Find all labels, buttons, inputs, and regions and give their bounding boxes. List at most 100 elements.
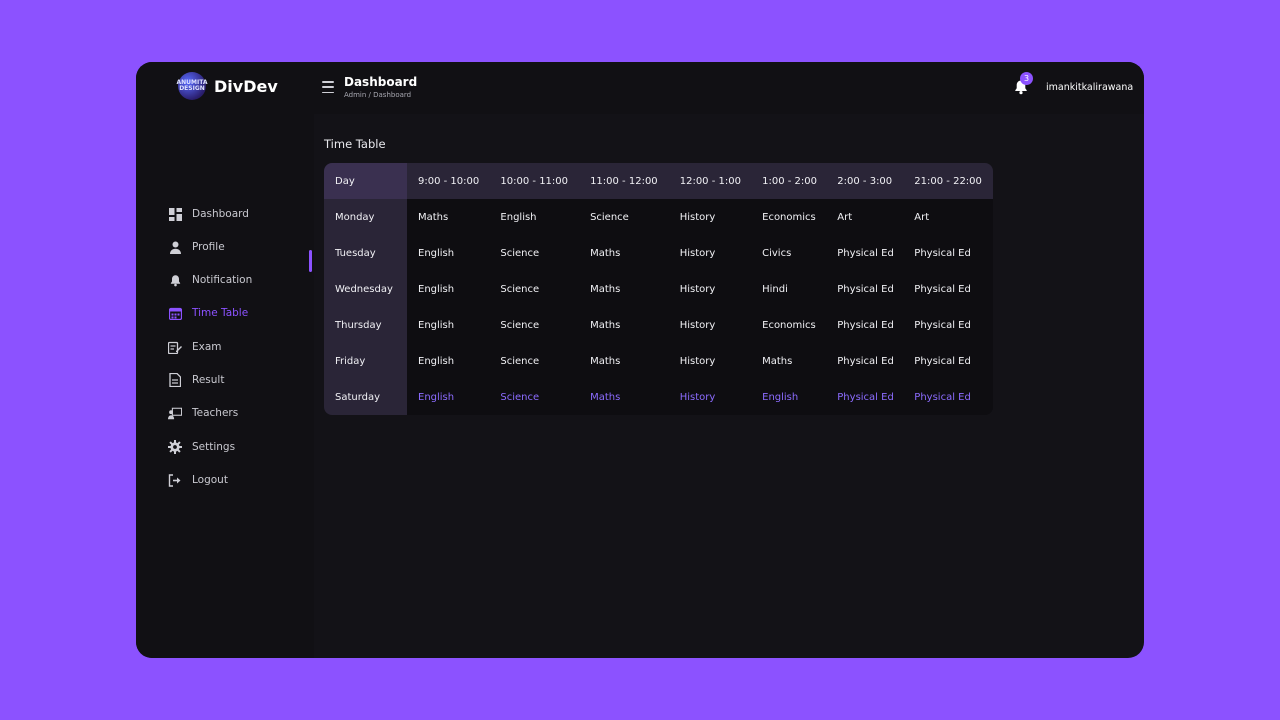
column-header: Day <box>324 163 407 199</box>
day-cell: Thursday <box>324 307 407 343</box>
table-row: Monday Maths English Science History Eco… <box>324 199 993 235</box>
subject-cell: History <box>679 319 716 331</box>
sidebar-item-label: Dashboard <box>192 208 249 220</box>
subject-cell: History <box>679 283 716 295</box>
subject-cell: Science <box>500 355 540 367</box>
column-header: 11:00 - 12:00 <box>579 163 669 199</box>
day-cell: Wednesday <box>324 271 407 307</box>
sidebar-item-label: Exam <box>192 341 222 353</box>
subject-cell: Science <box>500 283 540 295</box>
subject-cell: Hindi <box>762 283 788 295</box>
user-icon <box>168 240 182 254</box>
subject-cell: Art <box>837 211 853 223</box>
sidebar-item-label: Result <box>192 374 225 386</box>
column-header: 10:00 - 11:00 <box>489 163 580 199</box>
notification-count-badge: 3 <box>1020 72 1033 85</box>
subject-cell: Maths <box>590 283 621 295</box>
subject-cell: English <box>418 391 455 403</box>
subject-cell: Physical Ed <box>837 319 894 331</box>
top-bar: ANUMITA DESIGN DivDev Dashboard Admin / … <box>136 62 1144 114</box>
gear-icon <box>168 440 182 454</box>
day-cell: Monday <box>324 199 407 235</box>
app-window: ANUMITA DESIGN DivDev Dashboard Admin / … <box>136 62 1144 658</box>
sidebar-item-label: Time Table <box>192 307 249 319</box>
sidebar-item-logout[interactable]: Logout <box>168 468 314 492</box>
brand-name: DivDev <box>214 76 278 96</box>
subject-cell: English <box>762 391 799 403</box>
sidebar-item-dashboard[interactable]: Dashboard <box>168 202 314 226</box>
subject-cell: History <box>679 247 716 259</box>
sidebar-item-profile[interactable]: Profile <box>168 235 314 259</box>
sidebar-item-settings[interactable]: Settings <box>168 435 314 459</box>
subject-cell: Economics <box>762 319 816 331</box>
breadcrumb: Admin / Dashboard <box>344 91 412 99</box>
column-header: 21:00 - 22:00 <box>903 163 993 199</box>
table-row: Saturday English Science Maths History E… <box>324 379 993 415</box>
subject-cell: Physical Ed <box>914 391 971 403</box>
subject-cell: Science <box>500 247 540 259</box>
subject-cell: History <box>679 355 716 367</box>
subject-cell: History <box>679 391 716 403</box>
table-row: Wednesday English Science Maths History … <box>324 271 993 307</box>
subject-cell: Art <box>914 211 930 223</box>
subject-cell: English <box>418 355 455 367</box>
sidebar-item-label: Teachers <box>192 407 239 419</box>
sidebar-item-label: Logout <box>192 474 228 486</box>
column-header: 9:00 - 10:00 <box>407 163 490 199</box>
exam-icon <box>168 340 182 354</box>
calendar-icon <box>168 306 182 320</box>
subject-cell: Physical Ed <box>914 319 971 331</box>
subject-cell: Maths <box>590 355 621 367</box>
document-icon <box>168 373 182 387</box>
sidebar-item-label: Settings <box>192 441 236 453</box>
sidebar-item-notification[interactable]: Notification <box>168 268 314 292</box>
subject-cell: Physical Ed <box>914 247 971 259</box>
sidebar-item-result[interactable]: Result <box>168 368 314 392</box>
sidebar-item-teachers[interactable]: Teachers <box>168 401 314 425</box>
subject-cell: Maths <box>762 355 793 367</box>
dashboard-icon <box>168 207 182 221</box>
brand-logo[interactable]: ANUMITA DESIGN DivDev <box>176 72 278 100</box>
sidebar-item-exam[interactable]: Exam <box>168 335 314 359</box>
timetable-table: Day 9:00 - 10:00 10:00 - 11:00 11:00 - 1… <box>324 163 993 415</box>
section-title: Time Table <box>324 137 386 151</box>
sidebar-item-time-table[interactable]: Time Table <box>168 301 314 325</box>
subject-cell: English <box>418 283 455 295</box>
subject-cell: Maths <box>590 391 621 403</box>
subject-cell: History <box>679 211 716 223</box>
subject-cell: Civics <box>762 247 792 259</box>
subject-cell: Economics <box>762 211 816 223</box>
sidebar-item-label: Profile <box>192 241 225 253</box>
day-cell: Friday <box>324 343 407 379</box>
logo-badge-icon: ANUMITA DESIGN <box>176 72 208 100</box>
table-row: Friday English Science Maths History Mat… <box>324 343 993 379</box>
sidebar-item-label: Notification <box>192 274 253 286</box>
subject-cell: Physical Ed <box>837 391 894 403</box>
bell-icon <box>168 273 182 287</box>
subject-cell: Physical Ed <box>837 247 894 259</box>
menu-toggle-icon[interactable] <box>322 81 334 93</box>
subject-cell: Physical Ed <box>914 355 971 367</box>
subject-cell: Physical Ed <box>914 283 971 295</box>
user-name[interactable]: imankitkalirawana <box>1046 82 1133 93</box>
subject-cell: Maths <box>418 211 449 223</box>
subject-cell: English <box>500 211 537 223</box>
day-cell: Saturday <box>324 379 407 415</box>
logo-badge-text: ANUMITA DESIGN <box>176 79 208 92</box>
sidebar: Dashboard Profile Notification Time Tabl… <box>136 114 314 658</box>
subject-cell: Science <box>590 211 629 223</box>
column-header: 1:00 - 2:00 <box>751 163 827 199</box>
subject-cell: Physical Ed <box>837 355 894 367</box>
subject-cell: Physical Ed <box>837 283 894 295</box>
subject-cell: English <box>418 247 455 259</box>
day-cell: Tuesday <box>324 235 407 271</box>
subject-cell: Maths <box>590 319 621 331</box>
column-header: 12:00 - 1:00 <box>668 163 752 199</box>
active-nav-indicator <box>309 250 312 272</box>
subject-cell: Science <box>500 319 540 331</box>
table-row: Tuesday English Science Maths History Ci… <box>324 235 993 271</box>
column-header: 2:00 - 3:00 <box>826 163 904 199</box>
subject-cell: Maths <box>590 247 621 259</box>
table-row: Thursday English Science Maths History E… <box>324 307 993 343</box>
logout-icon <box>168 473 182 487</box>
